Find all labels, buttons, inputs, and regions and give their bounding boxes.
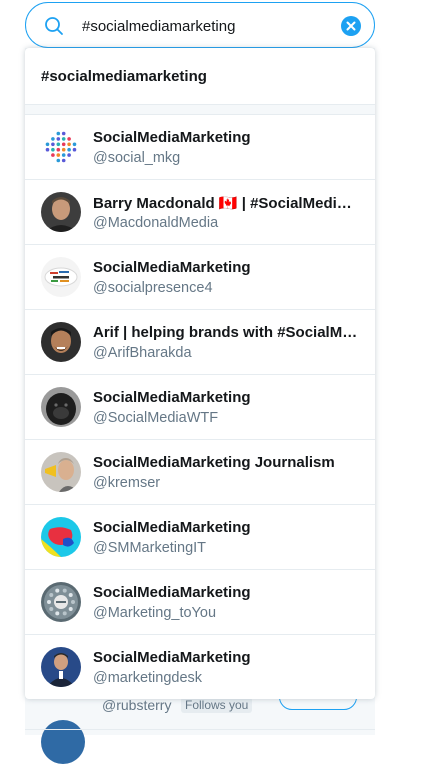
user-name: SocialMediaMarketing bbox=[93, 649, 251, 666]
user-handle: @socialpresence4 bbox=[93, 280, 213, 296]
user-suggestion[interactable]: SocialMediaMarketing @Marketing_toYou bbox=[25, 570, 375, 635]
user-suggestion[interactable]: SocialMediaMarketing @SMMarketingIT bbox=[25, 505, 375, 570]
user-suggestion[interactable]: Barry Macdonald 🇨🇦 | #SocialMediaMarketi… bbox=[25, 180, 375, 245]
section-separator bbox=[25, 104, 375, 115]
close-icon bbox=[346, 21, 356, 31]
user-handle: @marketingdesk bbox=[93, 670, 203, 686]
user-handle: @social_mkg bbox=[93, 150, 181, 166]
follows-you-badge: Follows you bbox=[181, 697, 253, 713]
user-name: SocialMediaMarketing Journalism bbox=[93, 454, 335, 471]
icon-circle-avatar bbox=[41, 582, 81, 622]
avatar[interactable] bbox=[41, 720, 85, 764]
user-suggestion[interactable]: SocialMediaMarketing Journalism @kremser bbox=[25, 440, 375, 505]
smiling-man-avatar bbox=[41, 322, 81, 362]
man-portrait-avatar bbox=[41, 192, 81, 232]
user-handle: @Marketing_toYou bbox=[93, 605, 217, 621]
hashtag-suggestion[interactable]: #socialmediamarketing bbox=[25, 48, 375, 104]
user-handle: @SMMarketingIT bbox=[93, 540, 207, 556]
user-name: SocialMediaMarketing bbox=[93, 129, 251, 146]
background-user-row[interactable] bbox=[25, 720, 375, 776]
search-input[interactable] bbox=[82, 13, 332, 39]
speaker-man-avatar bbox=[41, 647, 81, 687]
search-suggestions-dropdown: #socialmediamarketing SocialMediaMarketi… bbox=[25, 48, 375, 699]
background-user-handle: @rubsterry bbox=[102, 697, 172, 713]
user-suggestion[interactable]: SocialMediaMarketing @socialpresence4 bbox=[25, 245, 375, 310]
user-name: SocialMediaMarketing bbox=[93, 259, 251, 276]
search-icon bbox=[43, 15, 65, 37]
dots-logo-avatar bbox=[41, 127, 81, 167]
user-handle: @ArifBharakda bbox=[93, 345, 192, 361]
user-suggestion[interactable]: SocialMediaMarketing @marketingdesk bbox=[25, 635, 375, 699]
megaphone-person-avatar bbox=[41, 452, 81, 492]
user-suggestion[interactable]: SocialMediaMarketing @social_mkg bbox=[25, 115, 375, 180]
user-suggestion[interactable]: SocialMediaMarketing @SocialMediaWTF bbox=[25, 375, 375, 440]
word-cloud-avatar bbox=[41, 257, 81, 297]
divider bbox=[25, 729, 375, 730]
user-name: SocialMediaMarketing bbox=[93, 389, 251, 406]
colorful-bubble-avatar bbox=[41, 517, 81, 557]
user-handle: @kremser bbox=[93, 475, 161, 491]
search-bar[interactable] bbox=[25, 2, 375, 48]
user-suggestion-list: SocialMediaMarketing @social_mkg Barry M… bbox=[25, 115, 375, 699]
user-handle: @SocialMediaWTF bbox=[93, 410, 219, 426]
user-handle: @MacdonaldMedia bbox=[93, 215, 219, 231]
user-name: Barry Macdonald 🇨🇦 | #SocialMediaMarketi… bbox=[93, 195, 359, 212]
user-name: Arif | helping brands with #SocialMediaM… bbox=[93, 324, 359, 341]
clear-search-button[interactable] bbox=[341, 16, 361, 36]
user-suggestion[interactable]: Arif | helping brands with #SocialMediaM… bbox=[25, 310, 375, 375]
user-name: SocialMediaMarketing bbox=[93, 519, 251, 536]
gorilla-avatar bbox=[41, 387, 81, 427]
user-name: SocialMediaMarketing bbox=[93, 584, 251, 601]
